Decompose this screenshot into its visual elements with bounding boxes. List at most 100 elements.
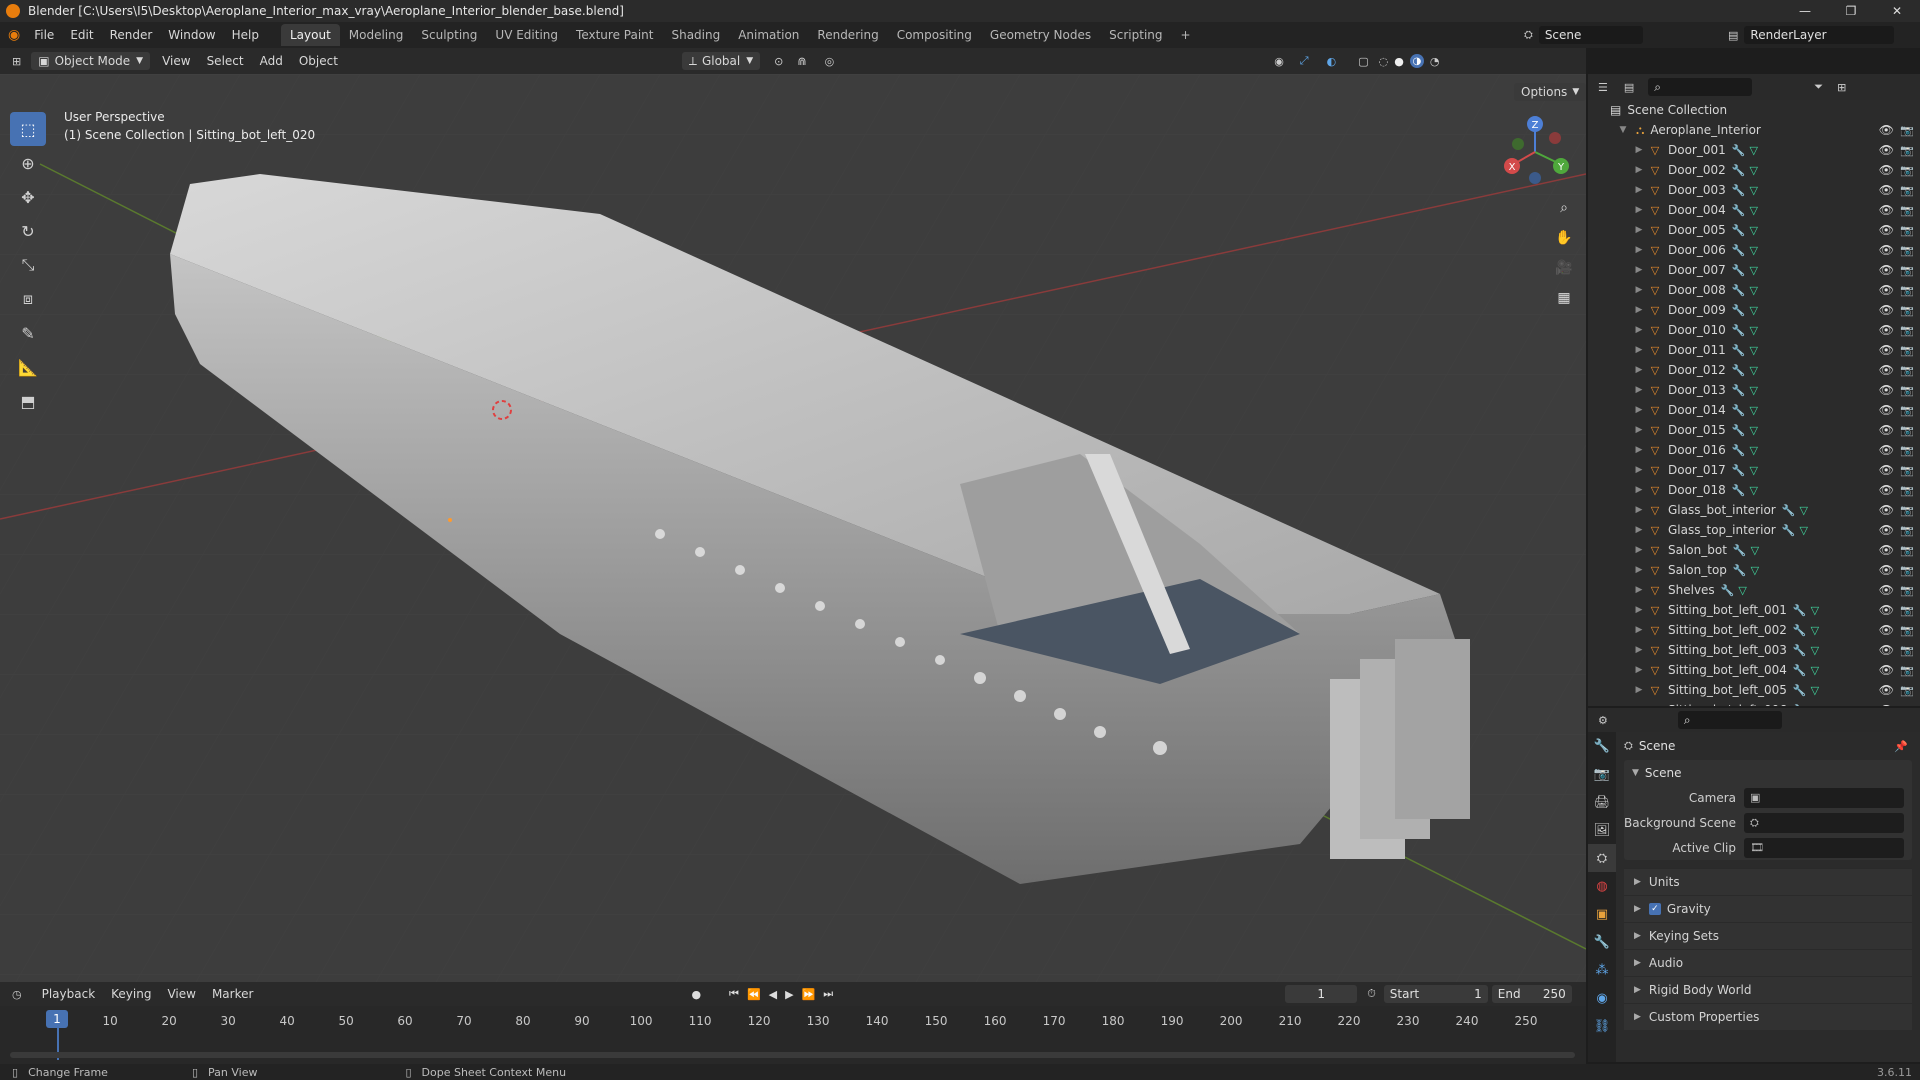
menu-marker[interactable]: Marker xyxy=(204,987,261,1001)
timeline-editor-icon[interactable]: ◷ xyxy=(12,988,22,1001)
record-icon[interactable]: ● xyxy=(691,988,701,1001)
play-reverse-icon[interactable]: ◀ xyxy=(769,988,777,1001)
gizmo-toggle-icon[interactable]: ⤢ xyxy=(1300,54,1309,68)
outliner-item[interactable]: ▶ ▽ Door_009 🔧 ▽ 👁 📷 xyxy=(1588,300,1920,320)
expand-icon[interactable]: ▶ xyxy=(1632,285,1646,295)
outliner-item[interactable]: ▶ ▽ Door_010 🔧 ▽ 👁 📷 xyxy=(1588,320,1920,340)
add-cube-tool-icon[interactable]: ⬒ xyxy=(10,384,46,418)
orientation-dropdown[interactable]: ⟂ Global ▼ xyxy=(681,52,761,70)
outliner-editor-icon[interactable]: ☰ xyxy=(1598,81,1608,94)
expand-icon[interactable]: ▶ xyxy=(1632,425,1646,435)
expand-icon[interactable]: ▶ xyxy=(1632,645,1646,655)
expand-icon[interactable]: ▶ xyxy=(1632,665,1646,675)
scale-tool-icon[interactable]: ⤡ xyxy=(10,248,46,282)
render-camera-icon[interactable]: 📷 xyxy=(1900,544,1914,557)
render-camera-icon[interactable]: 📷 xyxy=(1900,684,1914,697)
outliner-item[interactable]: ▶ ▽ Shelves 🔧 ▽ 👁 📷 xyxy=(1588,580,1920,600)
background-scene-field[interactable]: ⛭ xyxy=(1744,812,1904,833)
pivot-icon[interactable]: ⊙ xyxy=(774,55,783,68)
eye-icon[interactable]: 👁 xyxy=(1879,503,1894,517)
render-camera-icon[interactable]: 📷 xyxy=(1900,144,1914,157)
outliner-collection[interactable]: ▼ ⛬ Aeroplane_Interior 👁 📷 xyxy=(1588,120,1920,140)
3d-viewport[interactable]: User Perspective (1) Scene Collection | … xyxy=(0,74,1586,982)
outliner-item[interactable]: ▶ ▽ Sitting_bot_left_001 🔧 ▽ 👁 📷 xyxy=(1588,600,1920,620)
tab-uv-editing[interactable]: UV Editing xyxy=(486,24,567,46)
tab-geometry-nodes[interactable]: Geometry Nodes xyxy=(981,24,1100,46)
eye-icon[interactable]: 👁 xyxy=(1879,483,1894,497)
outliner-item[interactable]: ▶ ▽ Door_002 🔧 ▽ 👁 📷 xyxy=(1588,160,1920,180)
render-camera-icon[interactable]: 📷 xyxy=(1900,324,1914,337)
eye-icon[interactable]: 👁 xyxy=(1879,583,1894,597)
rendered-shading-icon[interactable]: ◔ xyxy=(1430,55,1440,68)
eye-icon[interactable]: 👁 xyxy=(1879,403,1894,417)
menu-edit[interactable]: Edit xyxy=(62,28,101,42)
eye-icon[interactable]: 👁 xyxy=(1879,463,1894,477)
eye-icon[interactable]: 👁 xyxy=(1879,643,1894,657)
expand-icon[interactable]: ▶ xyxy=(1632,185,1646,195)
gizmo-negative-y-handle[interactable] xyxy=(1512,138,1524,150)
outliner-search-input[interactable]: ⌕ xyxy=(1648,78,1753,96)
current-frame-field[interactable]: 1 xyxy=(1285,985,1358,1003)
outliner-item[interactable]: ▶ ▽ Salon_bot 🔧 ▽ 👁 📷 xyxy=(1588,540,1920,560)
end-frame-field[interactable]: End 250 xyxy=(1491,985,1572,1003)
filter-icon[interactable]: ⏷ xyxy=(1814,80,1823,94)
menu-render[interactable]: Render xyxy=(102,28,161,42)
gizmo-negative-z-handle[interactable] xyxy=(1529,172,1541,184)
gravity-checkbox[interactable]: ✓ xyxy=(1648,903,1661,915)
render-camera-icon[interactable]: 📷 xyxy=(1900,424,1914,437)
timeline-ruler[interactable]: 1 10 20 30 40 50 60 70 80 90 100 110 120 130 140 150 16… xyxy=(0,1006,1586,1064)
output-tab-icon[interactable]: 🖨 xyxy=(1588,788,1616,816)
outliner-item[interactable]: ▶▽Sitting_bot_left_006🔧▽👁📷 xyxy=(1588,700,1920,706)
eye-icon[interactable]: 👁 xyxy=(1879,343,1894,357)
eye-icon[interactable]: 👁 xyxy=(1879,543,1894,557)
visibility-filter-icon[interactable]: ◉ xyxy=(1274,55,1284,68)
expand-icon[interactable]: ▶ xyxy=(1632,365,1646,375)
outliner-item[interactable]: ▶ ▽ Door_007 🔧 ▽ 👁 📷 xyxy=(1588,260,1920,280)
expand-icon[interactable]: ▶ xyxy=(1632,205,1646,215)
subpanel-units[interactable]: ▶ Units xyxy=(1624,868,1912,895)
outliner-item[interactable]: ▶ ▽ Door_013 🔧 ▽ 👁 📷 xyxy=(1588,380,1920,400)
world-tab-icon[interactable]: ◍ xyxy=(1588,872,1616,900)
display-mode-icon[interactable]: ▤ xyxy=(1624,81,1634,94)
navigation-gizmo[interactable]: Z Y X xyxy=(1500,114,1570,184)
tab-scripting[interactable]: Scripting xyxy=(1100,24,1171,46)
expand-icon[interactable]: ▶ xyxy=(1632,245,1646,255)
pin-icon[interactable]: 📌 xyxy=(1894,740,1908,753)
render-camera-icon[interactable]: 📷 xyxy=(1900,444,1914,457)
render-camera-icon[interactable]: 📷 xyxy=(1900,264,1914,277)
eye-icon[interactable]: 👁 xyxy=(1879,123,1894,137)
render-camera-icon[interactable]: 📷 xyxy=(1900,644,1914,657)
tab-rendering[interactable]: Rendering xyxy=(808,24,887,46)
eye-icon[interactable]: 👁 xyxy=(1879,303,1894,317)
outliner-item[interactable]: ▶ ▽ Door_015 🔧 ▽ 👁 📷 xyxy=(1588,420,1920,440)
expand-icon[interactable]: ▶ xyxy=(1632,525,1646,535)
renderlayer-field[interactable]: RenderLayer xyxy=(1744,26,1895,44)
eye-icon[interactable]: 👁 xyxy=(1879,523,1894,537)
outliner-item[interactable]: ▶ ▽ Door_001 🔧 ▽ 👁 📷 xyxy=(1588,140,1920,160)
wireframe-shading-icon[interactable]: ◌ xyxy=(1379,55,1389,68)
outliner-item[interactable]: ▶ ▽ Glass_top_interior 🔧 ▽ 👁 📷 xyxy=(1588,520,1920,540)
expand-icon[interactable]: ▶ xyxy=(1632,265,1646,275)
properties-editor-icon[interactable]: ⚙ xyxy=(1598,714,1608,727)
menu-window[interactable]: Window xyxy=(160,28,223,42)
expand-icon[interactable]: ▶ xyxy=(1632,465,1646,475)
eye-icon[interactable]: 👁 xyxy=(1879,203,1894,217)
minimize-button[interactable]: — xyxy=(1782,0,1828,22)
tab-layout[interactable]: Layout xyxy=(280,24,340,46)
play-icon[interactable]: ▶ xyxy=(785,988,793,1001)
outliner-item[interactable]: ▶ ▽ Door_018 🔧 ▽ 👁 📷 xyxy=(1588,480,1920,500)
modifier-tab-icon[interactable]: 🔧 xyxy=(1588,928,1616,956)
outliner-item[interactable]: ▶ ▽ Sitting_bot_left_002 🔧 ▽ 👁 📷 xyxy=(1588,620,1920,640)
tab-modeling[interactable]: Modeling xyxy=(340,24,413,46)
render-camera-icon[interactable]: 📷 xyxy=(1900,584,1914,597)
eye-icon[interactable]: 👁 xyxy=(1879,603,1894,617)
eye-icon[interactable]: 👁 xyxy=(1879,223,1894,237)
physics-tab-icon[interactable]: ◉ xyxy=(1588,984,1616,1012)
select-box-tool-icon[interactable]: ⬚ xyxy=(10,112,46,146)
render-camera-icon[interactable]: 📷 xyxy=(1900,304,1914,317)
expand-icon[interactable]: ▶ xyxy=(1632,325,1646,335)
start-frame-field[interactable]: Start 1 xyxy=(1383,985,1488,1003)
view-layer-tab-icon[interactable]: 🖼 xyxy=(1588,816,1616,844)
measure-tool-icon[interactable]: 📐 xyxy=(10,350,46,384)
timeline-scrollbar[interactable] xyxy=(10,1052,1575,1058)
